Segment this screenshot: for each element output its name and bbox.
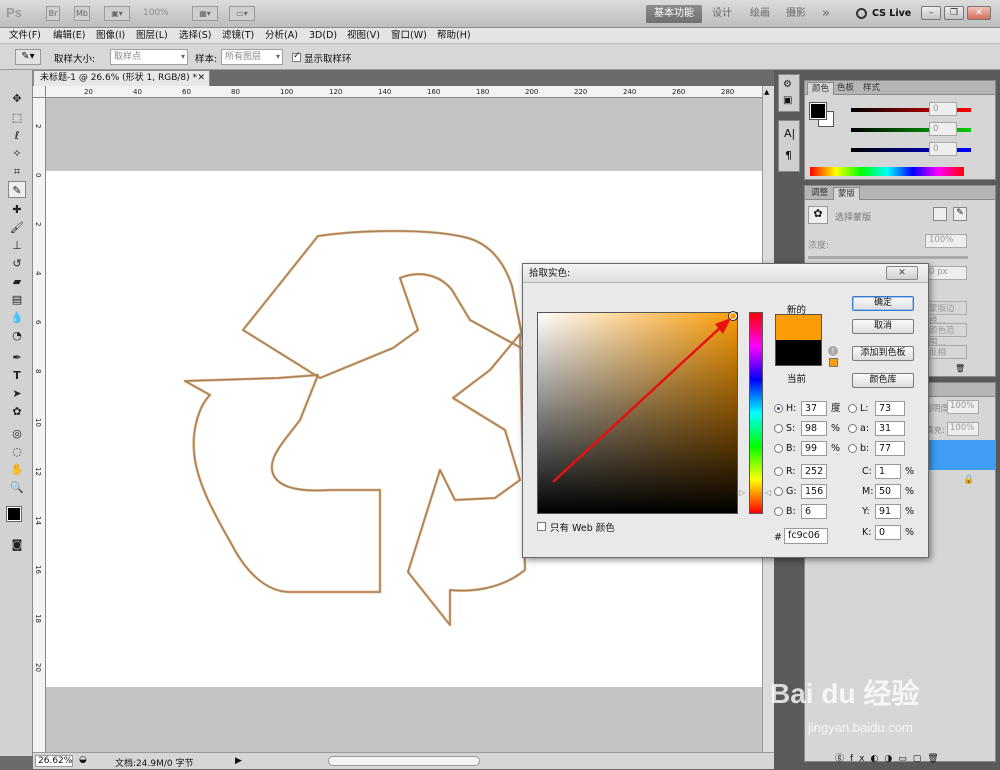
baidu-watermark: Bai du 经验	[770, 678, 920, 709]
hue-slider[interactable]	[749, 312, 763, 514]
status-bar: 26.62% ◒ 文档:24.9M/0 字节 ▶	[33, 752, 774, 769]
radio-s[interactable]	[774, 424, 783, 433]
add-to-swatches-button[interactable]: 添加到色板	[852, 346, 914, 361]
tab-swatches[interactable]: 色板	[833, 82, 858, 95]
vector-mask-thumb-icon[interactable]: ✿	[808, 206, 828, 224]
input-lab-b[interactable]: 77	[875, 441, 905, 456]
input-s[interactable]: 98	[801, 421, 827, 436]
radio-lab-b[interactable]	[848, 444, 857, 453]
recycle-arrow-left	[183, 373, 382, 594]
input-h[interactable]: 37	[801, 401, 827, 416]
color-panel: 颜色 色板 样式 0 0 0	[804, 80, 996, 180]
field-a: a: 31	[848, 421, 918, 437]
field-l: L: 73	[848, 401, 918, 417]
input-l[interactable]: 73	[875, 401, 905, 416]
actions-panel-icon[interactable]: ▣	[783, 95, 792, 106]
red-arrow-annotation	[552, 318, 731, 483]
zoom-options-icon[interactable]: ◒	[79, 755, 87, 765]
blue-value[interactable]: 0	[929, 142, 957, 156]
panel-foreground-swatch[interactable]	[809, 102, 827, 120]
character-panel-icon[interactable]: A|	[784, 127, 795, 140]
input-c[interactable]: 1	[875, 464, 901, 479]
field-r: R: 252	[774, 464, 869, 480]
zoom-field[interactable]: 26.62%	[35, 755, 73, 767]
web-only-label: 只有 Web 颜色	[550, 523, 615, 534]
web-only-checkbox[interactable]	[537, 522, 546, 531]
feather-field[interactable]: 0 px	[925, 266, 967, 280]
tab-adjustments[interactable]: 调整	[807, 187, 832, 200]
dialog-close-button[interactable]: ✕	[886, 266, 918, 280]
input-rgb-b[interactable]: 6	[801, 504, 827, 519]
radio-a[interactable]	[848, 424, 857, 433]
pixel-mask-icon[interactable]	[933, 207, 947, 221]
field-c: C: 1 %	[862, 464, 915, 479]
document-size-info: 文档:24.9M/0 字节	[115, 759, 194, 769]
density-slider[interactable]	[808, 256, 968, 259]
red-value[interactable]: 0	[929, 102, 957, 116]
dock-strip-2: A| ¶	[778, 120, 800, 172]
input-b[interactable]: 99	[801, 441, 827, 456]
hue-marker-left[interactable]: ▷	[739, 488, 745, 497]
input-a[interactable]: 31	[875, 421, 905, 436]
field-g: G: 156	[774, 484, 869, 500]
input-r[interactable]: 252	[801, 464, 827, 479]
horizontal-scrollbar[interactable]	[328, 756, 480, 766]
color-spectrum-bar[interactable]	[810, 167, 964, 176]
vector-mask-icon[interactable]: ✎	[953, 207, 967, 221]
mask-delete-icon[interactable]: 🗑	[955, 364, 965, 373]
radio-l[interactable]	[848, 404, 857, 413]
dialog-title: 拾取实色:	[523, 264, 928, 283]
history-panel-icon[interactable]: ⚙	[783, 79, 792, 90]
field-y: Y: 91 %	[862, 504, 915, 519]
layer-lock-icon: 🔒	[963, 475, 975, 485]
opacity-field[interactable]: 100%	[947, 400, 979, 414]
tab-color[interactable]: 颜色	[807, 82, 835, 95]
input-g[interactable]: 156	[801, 484, 827, 499]
input-k[interactable]: 0	[875, 525, 901, 540]
new-color-swatch	[775, 314, 822, 340]
layer-row-selected[interactable]	[927, 440, 995, 470]
dock-strip-1: ⚙ ▣	[778, 74, 800, 112]
web-safe-swatch[interactable]	[829, 358, 838, 367]
field-rgb-b: B: 6	[774, 504, 869, 520]
tab-masks[interactable]: 蒙版	[833, 187, 861, 200]
color-picker-dialog: 拾取实色: ✕ ▷ ◁ 新的 当前 ! 确定 取消 添加到色板 颜色库 H: 3…	[522, 263, 929, 558]
color-range-button[interactable]: 颜色范围...	[925, 323, 967, 348]
green-value[interactable]: 0	[929, 122, 957, 136]
gamut-warning-icon[interactable]: !	[828, 346, 838, 356]
status-menu-icon[interactable]: ▶	[235, 756, 242, 766]
scroll-up-icon[interactable]: ▲	[764, 88, 773, 98]
input-m[interactable]: 50	[875, 484, 901, 499]
hue-marker-right[interactable]: ◁	[765, 488, 771, 497]
radio-h[interactable]	[774, 404, 783, 413]
hex-hash-label: #	[774, 532, 782, 543]
cancel-button[interactable]: 取消	[852, 319, 914, 334]
field-lab-b: b: 77	[848, 441, 918, 457]
mask-label: 选择蒙版	[835, 213, 872, 223]
current-color-swatch[interactable]	[775, 340, 822, 366]
current-color-label: 当前	[787, 374, 807, 385]
baidu-watermark-url: jingyan.baidu.com	[808, 720, 913, 735]
fill-field[interactable]: 100%	[947, 422, 979, 436]
invert-button[interactable]: 反相	[925, 345, 967, 359]
input-y[interactable]: 91	[875, 504, 901, 519]
radio-r[interactable]	[774, 467, 783, 476]
density-field[interactable]: 100%	[925, 234, 967, 248]
tab-styles[interactable]: 样式	[859, 82, 884, 95]
paragraph-panel-icon[interactable]: ¶	[785, 149, 792, 162]
field-k: K: 0 %	[862, 525, 915, 540]
radio-rgb-b[interactable]	[774, 507, 783, 516]
mask-edge-button[interactable]: 蒙版边缘...	[925, 301, 967, 326]
hex-input[interactable]: fc9c06	[784, 528, 828, 544]
density-label: 浓度:	[808, 241, 830, 251]
radio-b[interactable]	[774, 444, 783, 453]
color-libraries-button[interactable]: 颜色库	[852, 373, 914, 388]
radio-g[interactable]	[774, 487, 783, 496]
ok-button[interactable]: 确定	[852, 296, 914, 311]
layers-footer-icons[interactable]: ⓖfx◐◑▭▢🗑	[835, 751, 945, 764]
field-m: M: 50 %	[862, 484, 915, 499]
